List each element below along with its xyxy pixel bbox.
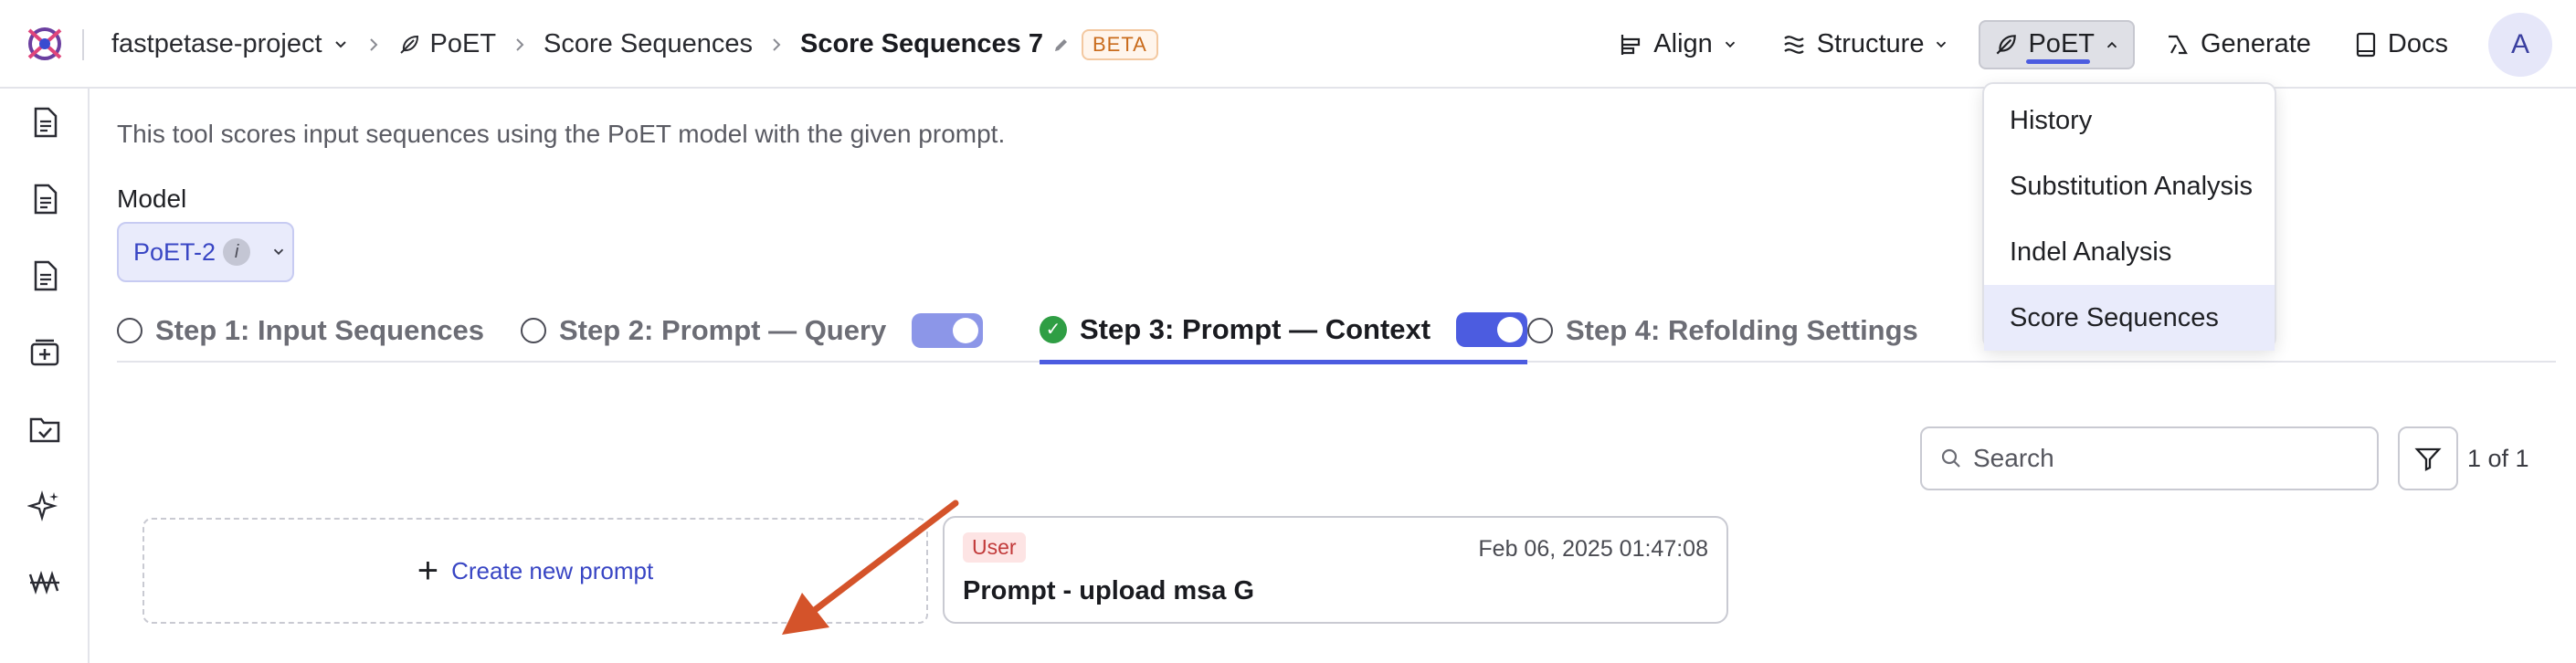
circle-icon [1527,318,1553,343]
circle-icon [521,318,546,343]
app-logo[interactable] [20,19,69,68]
poet-dropdown-menu: History Substitution Analysis Indel Anal… [1982,82,2276,351]
book-icon [2356,32,2376,57]
tab-step-3[interactable]: ✓ Step 3: Prompt — Context [1040,299,1528,364]
model-select[interactable]: PoET-2 i [117,222,294,282]
structure-label: Structure [1816,29,1925,58]
model-label: Model [117,184,187,213]
chevron-up-icon [2106,41,2117,47]
prompt-date: Feb 06, 2025 01:47:08 [1478,536,1708,562]
model-value: PoET-2 [133,237,216,266]
toggle-knob [953,318,979,343]
context-toggle[interactable] [1456,311,1528,347]
breadcrumb-current: Score Sequences 7 [800,29,1043,59]
chevron-right-icon [769,36,784,54]
beta-badge: BETA [1081,28,1158,60]
docs-button[interactable]: Docs [2340,20,2461,69]
feather-icon [399,35,418,54]
docs-label: Docs [2387,29,2448,58]
step-label: Step 2: Prompt — Query [559,314,887,346]
sparkles-icon[interactable] [27,489,62,523]
tool-description: This tool scores input sequences using t… [117,120,1006,148]
filter-icon [2414,447,2442,471]
page-title: Score Sequences 7 [799,29,1043,58]
poet-label: PoET [2028,29,2095,58]
breadcrumb-tool[interactable]: PoET [397,29,497,59]
folder-check-icon[interactable] [27,412,62,447]
align-icon [1621,34,1641,55]
step-label: Step 4: Refolding Settings [1566,314,1918,346]
chevron-down-icon [334,40,346,47]
query-toggle[interactable] [912,313,984,348]
menu-item-history[interactable]: History [1984,88,2275,153]
chevron-down-icon [1937,41,1947,47]
tab-step-2[interactable]: Step 2: Prompt — Query [521,299,984,363]
step-label: Step 1: Input Sequences [155,314,485,346]
sidebar [0,89,90,663]
align-label: Align [1653,29,1713,58]
tab-step-1[interactable]: Step 1: Input Sequences [117,299,484,363]
poet-menu-button[interactable]: PoET [1979,19,2135,69]
toggle-knob [1497,316,1524,342]
chevron-right-icon [512,36,527,54]
search-icon [1941,448,1960,468]
breadcrumb-section-label: Score Sequences [544,29,753,58]
info-icon[interactable]: i [223,238,251,266]
chevron-down-icon [273,248,284,256]
main-nav: Align Structure PoET Generate Docs A [1604,0,2576,89]
check-circle-icon: ✓ [1040,315,1067,343]
generate-button[interactable]: Generate [2151,20,2324,69]
filter-button[interactable] [2398,426,2458,490]
active-indicator [2026,58,2091,64]
feather-icon [1997,34,2017,54]
document-icon[interactable] [27,258,62,293]
breadcrumb-section[interactable]: Score Sequences [544,29,753,59]
search-field[interactable] [1920,426,2379,490]
wave-analysis-icon[interactable] [27,565,62,600]
step-label: Step 3: Prompt — Context [1080,312,1431,345]
document-icon[interactable] [27,105,62,140]
divider [82,29,84,60]
menu-item-score-sequences[interactable]: Score Sequences [1984,285,2275,351]
prompt-card[interactable]: User Feb 06, 2025 01:47:08 Prompt - uplo… [943,516,1728,624]
add-tray-icon[interactable] [27,335,62,370]
avatar[interactable]: A [2488,12,2552,77]
circle-icon [117,318,143,343]
search-input[interactable] [1973,444,2357,473]
plus-icon: + [417,551,439,591]
structure-menu-button[interactable]: Structure [1768,20,1963,69]
tab-step-4[interactable]: Step 4: Refolding Settings [1527,299,1918,363]
generate-label: Generate [2201,29,2311,58]
chevron-down-icon [1725,41,1735,47]
structure-icon [1784,35,1804,54]
project-name: fastpetase-project [111,29,322,58]
annotation-arrow-icon [782,500,959,635]
top-bar: fastpetase-project PoET Score Sequences … [0,0,2576,89]
generate-icon [2169,35,2188,54]
align-menu-button[interactable]: Align [1604,20,1751,69]
prompt-title: Prompt - upload msa G [963,576,1255,605]
document-icon[interactable] [27,182,62,216]
create-prompt-label[interactable]: Create new prompt [451,557,653,585]
breadcrumb-tool-label: PoET [429,29,497,58]
chevron-right-icon [366,36,381,54]
menu-item-indel-analysis[interactable]: Indel Analysis [1984,219,2275,285]
breadcrumb-project[interactable]: fastpetase-project [111,29,350,59]
menu-item-substitution-analysis[interactable]: Substitution Analysis [1984,153,2275,219]
breadcrumb: fastpetase-project PoET Score Sequences … [111,0,1158,89]
edit-pencil-icon[interactable] [1052,36,1071,54]
pagination-count: 1 of 1 [2467,445,2529,472]
